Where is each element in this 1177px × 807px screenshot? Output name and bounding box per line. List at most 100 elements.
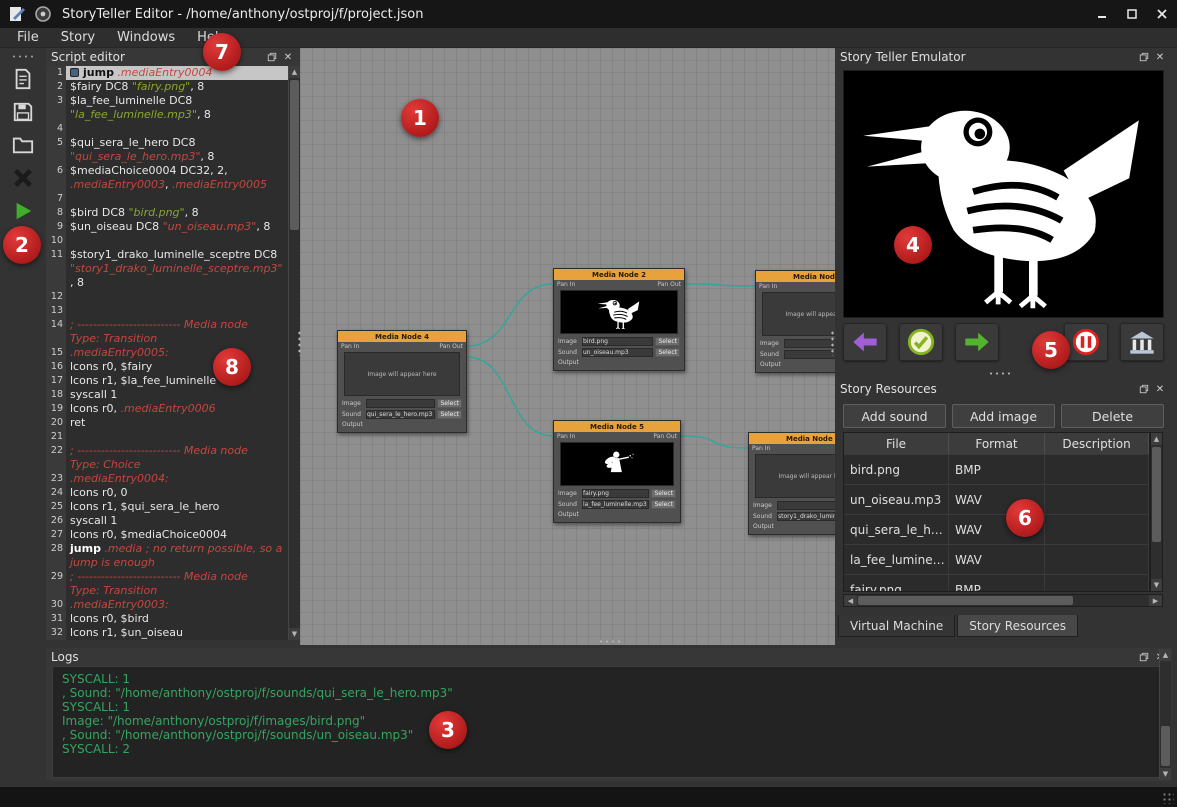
media-node[interactable]: Media Node 2Pan InPan OutImagebird.pngSe…	[553, 268, 685, 371]
code-line[interactable]: 12	[46, 290, 288, 304]
new-script-button[interactable]	[9, 66, 37, 92]
code-line[interactable]: 3$la_fee_luminelle DC8 "la_fee_luminelle…	[46, 94, 288, 122]
code-line[interactable]: 1jump .mediaEntry0004	[46, 66, 288, 80]
column-header[interactable]: Description	[1045, 433, 1149, 454]
splitter-handle[interactable]	[598, 639, 624, 644]
media-node[interactable]: Media Node 5Pan InPan OutImagefairy.pngS…	[553, 420, 681, 523]
code-line[interactable]: 18syscall 1	[46, 388, 288, 402]
column-header[interactable]: File	[844, 433, 949, 454]
float-dock-icon[interactable]	[1137, 382, 1151, 396]
scroll-up-icon[interactable]: ▲	[289, 66, 300, 78]
code-line[interactable]: 24lcons r0, 0	[46, 486, 288, 500]
node-field-value[interactable]: qui_sera_le_hero.mp3	[366, 410, 435, 419]
table-row[interactable]: la_fee_lumine…WAV	[844, 545, 1149, 575]
splitter-handle[interactable]	[297, 330, 302, 356]
code-line[interactable]: 13	[46, 304, 288, 318]
close-dock-icon[interactable]: ✕	[281, 50, 295, 64]
node-field-value[interactable]	[366, 399, 435, 408]
node-field-value[interactable]: story1_drako_luminelle_sceptre.mp3	[777, 512, 835, 521]
code-line[interactable]: 19lcons r0, .mediaEntry0006	[46, 402, 288, 416]
code-line[interactable]: 29; -------------------------- Media nod…	[46, 570, 288, 598]
resize-grip[interactable]	[1162, 792, 1174, 804]
code-line[interactable]: 20ret	[46, 416, 288, 430]
float-dock-icon[interactable]	[1137, 650, 1151, 664]
code-line[interactable]: 9$un_oiseau DC8 "un_oiseau.mp3", 8	[46, 220, 288, 234]
code-line[interactable]: 23.mediaEntry0004:	[46, 472, 288, 486]
code-line[interactable]: 25lcons r1, $qui_sera_le_hero	[46, 500, 288, 514]
node-field-value[interactable]: la_fee_luminelle.mp3	[582, 500, 649, 509]
scroll-right-icon[interactable]: ▶	[1149, 595, 1162, 606]
code-line[interactable]: 4	[46, 122, 288, 136]
step-back-button[interactable]	[843, 323, 887, 361]
tab-virtual-machine[interactable]: Virtual Machine	[838, 615, 955, 637]
table-row[interactable]: un_oiseau.mp3WAV	[844, 485, 1149, 515]
code-line[interactable]: 15.mediaEntry0005:	[46, 346, 288, 360]
table-row[interactable]: fairy.pngBMP	[844, 575, 1149, 592]
code-line[interactable]: 10	[46, 234, 288, 248]
media-node[interactable]: Media Node 6Pan InPan OutImage will appe…	[755, 270, 835, 373]
code-line[interactable]: 26syscall 1	[46, 514, 288, 528]
add-sound-button[interactable]: Add sound	[843, 404, 946, 428]
close-dock-icon[interactable]: ✕	[1153, 50, 1167, 64]
scrollbar-thumb[interactable]	[290, 80, 299, 230]
node-field-value[interactable]	[777, 501, 835, 510]
node-select-button[interactable]: Select	[651, 500, 676, 509]
node-graph-canvas[interactable]: Media Node 4Pan InPan OutImage will appe…	[300, 48, 835, 645]
output-port[interactable]: Pan Out	[439, 343, 463, 350]
resources-dock-titlebar[interactable]: Story Resources ✕	[835, 380, 1172, 398]
open-button[interactable]	[9, 132, 37, 158]
code-line[interactable]: 32lcons r1, $un_oiseau	[46, 626, 288, 640]
minimize-button[interactable]	[1087, 0, 1117, 28]
logs-dock-titlebar[interactable]: Logs ✕	[46, 648, 1172, 666]
splitter-handle[interactable]	[988, 371, 1014, 376]
node-select-button[interactable]: Select	[655, 337, 680, 346]
close-project-button[interactable]	[9, 165, 37, 191]
node-field-value[interactable]	[784, 339, 835, 348]
input-port[interactable]: Pan In	[341, 343, 359, 350]
logs-scrollbar[interactable]: ▲ ▼	[1159, 649, 1171, 780]
output-port[interactable]: Pan Out	[657, 281, 681, 288]
scrollbar-thumb[interactable]	[858, 596, 1073, 605]
input-port[interactable]: Pan In	[557, 281, 575, 288]
node-select-button[interactable]: Select	[655, 348, 680, 357]
output-port[interactable]: Pan Out	[653, 433, 677, 440]
input-port[interactable]: Pan In	[759, 283, 777, 290]
pause-button[interactable]	[1064, 323, 1108, 361]
media-node[interactable]: Media Node 4Pan InPan OutImage will appe…	[337, 330, 467, 433]
toolbar-grip-handle[interactable]	[11, 54, 35, 59]
node-field-value[interactable]: un_oiseau.mp3	[582, 348, 653, 357]
close-dock-icon[interactable]: ✕	[1153, 382, 1167, 396]
code-line[interactable]: 11$story1_drako_luminelle_sceptre DC8 "s…	[46, 248, 288, 290]
node-field-value[interactable]	[784, 350, 835, 359]
titlebar[interactable]: StoryTeller Editor - /home/anthony/ostpr…	[0, 0, 1177, 28]
float-dock-icon[interactable]	[265, 50, 279, 64]
table-row[interactable]: bird.pngBMP	[844, 455, 1149, 485]
close-button[interactable]	[1147, 0, 1177, 28]
code-line[interactable]: 8$bird DC8 "bird.png", 8	[46, 206, 288, 220]
emulator-dock-titlebar[interactable]: Story Teller Emulator ✕	[835, 48, 1172, 66]
script-editor-dock-titlebar[interactable]: Script editor ✕	[46, 48, 300, 66]
script-editor[interactable]: 1jump .mediaEntry00042$fairy DC8 "fairy.…	[46, 66, 288, 640]
code-line[interactable]: 7	[46, 192, 288, 206]
resources-table-scrollbar[interactable]: ▲ ▼	[1150, 432, 1163, 592]
menu-item-story[interactable]: Story	[50, 30, 106, 45]
scroll-left-icon[interactable]: ◀	[844, 595, 857, 606]
resources-table-hscrollbar[interactable]: ◀ ▶	[843, 594, 1163, 607]
step-forward-button[interactable]	[955, 323, 999, 361]
splitter-handle[interactable]	[830, 330, 835, 356]
code-line[interactable]: 14; -------------------------- Media nod…	[46, 318, 288, 346]
code-line[interactable]: 27lcons r0, $mediaChoice0004	[46, 528, 288, 542]
maximize-button[interactable]	[1117, 0, 1147, 28]
code-line[interactable]: 6$mediaChoice0004 DC32, 2, .mediaEntry00…	[46, 164, 288, 192]
run-button[interactable]	[9, 198, 37, 224]
tab-story-resources[interactable]: Story Resources	[957, 615, 1078, 637]
code-line[interactable]: 21	[46, 430, 288, 444]
code-line[interactable]: 5$qui_sera_le_hero DC8 "qui_sera_le_hero…	[46, 136, 288, 164]
input-port[interactable]: Pan In	[752, 445, 770, 452]
scroll-up-icon[interactable]: ▲	[1160, 649, 1171, 661]
scroll-down-icon[interactable]: ▼	[1160, 768, 1171, 780]
delete-button[interactable]: Delete	[1061, 404, 1164, 428]
media-node[interactable]: Media Node 3Pan InPan OutImage will appe…	[748, 432, 835, 535]
node-field-value[interactable]: fairy.png	[582, 489, 649, 498]
add-image-button[interactable]: Add image	[952, 404, 1055, 428]
